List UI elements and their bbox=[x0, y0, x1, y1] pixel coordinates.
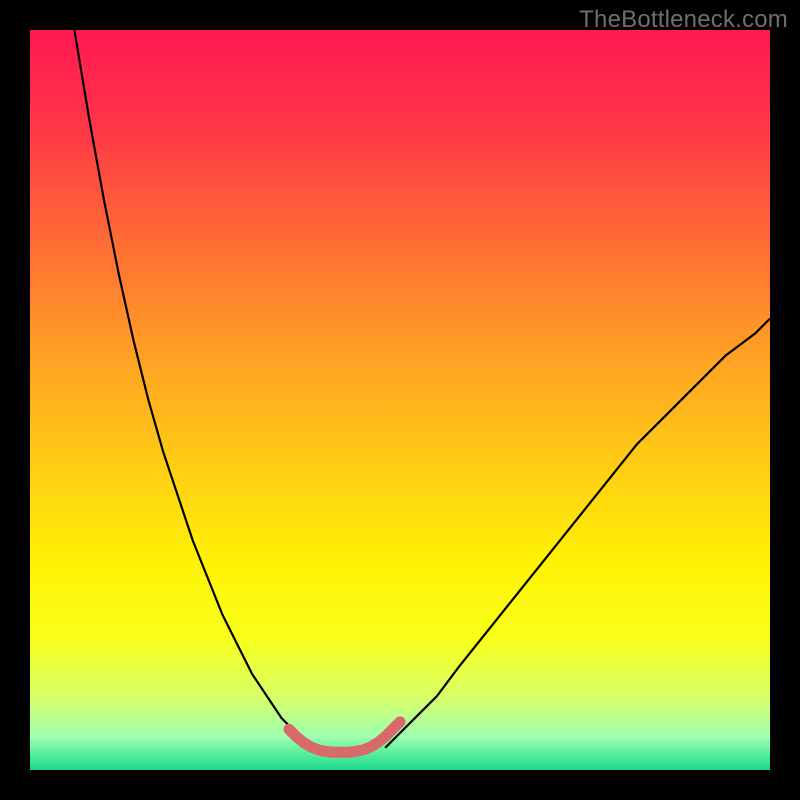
chart-frame: TheBottleneck.com bbox=[0, 0, 800, 800]
gradient-background bbox=[30, 30, 770, 770]
watermark-text: TheBottleneck.com bbox=[579, 6, 788, 34]
chart-canvas bbox=[30, 30, 770, 770]
plot-area bbox=[30, 30, 770, 770]
